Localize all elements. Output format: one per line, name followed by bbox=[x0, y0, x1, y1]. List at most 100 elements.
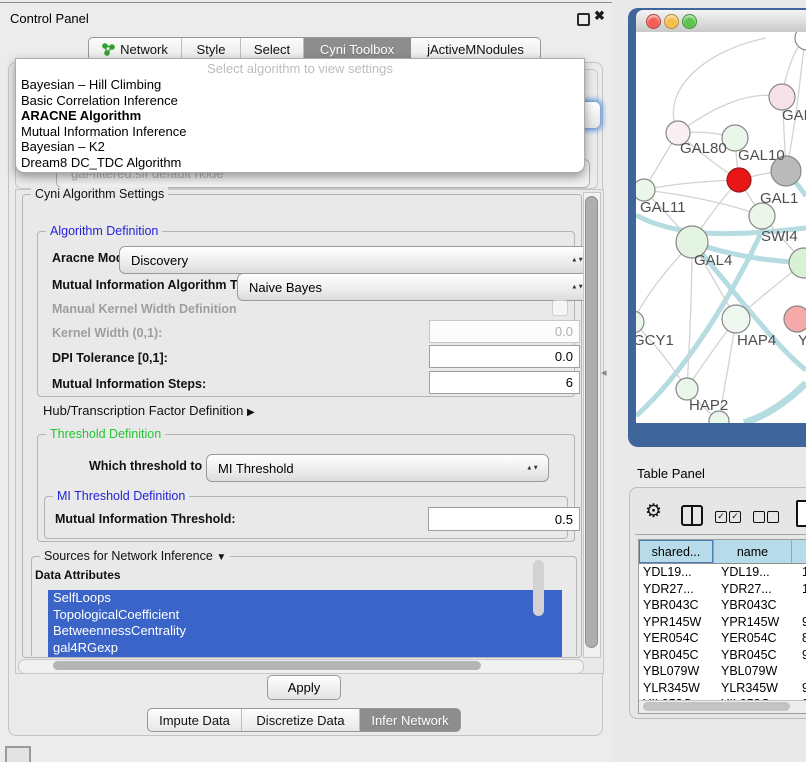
apply-button[interactable]: Apply bbox=[267, 675, 341, 700]
table-header-row: shared...nameA bbox=[639, 540, 806, 564]
control-panel: Control Panel ✖ NetworkStyleSelectCyni T… bbox=[0, 0, 612, 762]
dropdown-item-basic-correlation-inference[interactable]: Basic Correlation Inference bbox=[16, 93, 584, 109]
node-label-gal10: GAL10 bbox=[738, 147, 785, 164]
tab-style[interactable]: Style bbox=[182, 38, 241, 60]
settings-vertical-scrollbar[interactable] bbox=[583, 192, 601, 658]
node-label-gal: GAL bbox=[782, 107, 806, 124]
attribute-item-selfloops[interactable]: SelfLoops bbox=[48, 590, 562, 607]
table-row[interactable]: YBR043CYBR043C bbox=[639, 597, 806, 614]
table-row[interactable]: YLR345WYLR345W9. bbox=[639, 680, 806, 697]
column-header-shared[interactable]: shared... bbox=[639, 540, 714, 563]
tab-label: Discretize Data bbox=[256, 713, 344, 728]
tab-cyni-toolbox[interactable]: Cyni Toolbox bbox=[304, 38, 411, 60]
float-window-icon[interactable] bbox=[577, 13, 590, 26]
docked-window-icon[interactable] bbox=[5, 746, 31, 762]
table-row[interactable]: YBR045CYBR045C9. bbox=[639, 647, 806, 664]
panel-top-border bbox=[0, 2, 612, 3]
gear-icon[interactable]: ⚙ bbox=[645, 500, 662, 523]
column-header-name[interactable]: name bbox=[714, 540, 792, 563]
select-all-checkbox-icon[interactable]: ✓ bbox=[729, 511, 741, 523]
minimize-traffic-light[interactable] bbox=[664, 14, 679, 29]
close-traffic-light[interactable] bbox=[646, 14, 661, 29]
control-panel-title: Control Panel bbox=[10, 11, 89, 26]
column-header-a[interactable]: A bbox=[792, 540, 806, 563]
table-cell: 9. bbox=[798, 647, 806, 664]
network-icon bbox=[102, 43, 115, 56]
algorithm-definition-title: Algorithm Definition bbox=[46, 224, 162, 238]
table-row[interactable]: YPR145WYPR145W9. bbox=[639, 614, 806, 631]
table-cell: YDL19... bbox=[717, 564, 798, 581]
table-row[interactable]: YER054CYER054C8. bbox=[639, 630, 806, 647]
tab-impute-data[interactable]: Impute Data bbox=[148, 709, 242, 731]
tab-label: Impute Data bbox=[159, 713, 230, 728]
deselect-all-checkbox-icon[interactable] bbox=[753, 511, 765, 523]
attribute-item-topologicalcoefficient[interactable]: TopologicalCoefficient bbox=[48, 607, 562, 624]
export-table-icon[interactable] bbox=[796, 500, 806, 527]
zoom-traffic-light[interactable] bbox=[682, 14, 697, 29]
deselect-all-checkbox-icon[interactable] bbox=[767, 511, 779, 523]
table-cell: YPR145W bbox=[639, 614, 717, 631]
table-scroll-thumb[interactable] bbox=[643, 702, 790, 711]
mi-threshold-field[interactable]: 0.5 bbox=[428, 507, 580, 531]
collapse-down-icon[interactable]: ▼ bbox=[216, 552, 226, 563]
tab-discretize-data[interactable]: Discretize Data bbox=[242, 709, 360, 731]
expand-right-icon[interactable]: ▶ bbox=[247, 407, 255, 418]
data-attributes-list[interactable]: SelfLoopsTopologicalCoefficientBetweenne… bbox=[48, 590, 562, 657]
table-row[interactable]: YDL19...YDL19...13 bbox=[639, 564, 806, 581]
vertical-scroll-thumb[interactable] bbox=[585, 196, 598, 648]
node-gcy1[interactable] bbox=[636, 311, 644, 333]
table-cell: 12 bbox=[798, 581, 806, 598]
columns-icon[interactable] bbox=[681, 505, 703, 526]
algorithm-dropdown-items: Bayesian – Hill ClimbingBasic Correlatio… bbox=[16, 77, 584, 170]
tab-infer-network[interactable]: Infer Network bbox=[360, 709, 460, 731]
attribute-item-betweennesscentrality[interactable]: BetweennessCentrality bbox=[48, 623, 562, 640]
dropdown-item-dream8-dc-tdc-algorithm[interactable]: Dream8 DC_TDC Algorithm bbox=[16, 155, 584, 171]
hub-definition-label[interactable]: Hub/Transcription Factor Definition ▶ bbox=[43, 403, 255, 418]
tab-label: jActiveMNodules bbox=[427, 42, 524, 57]
mi-type-combo[interactable]: Naive Bayes ▲▼ bbox=[237, 273, 594, 301]
node-gal11[interactable] bbox=[636, 179, 655, 201]
table-row[interactable]: YDR27...YDR27...12 bbox=[639, 581, 806, 598]
table-cell: YER054C bbox=[717, 630, 798, 647]
mi-threshold-label: Mutual Information Threshold: bbox=[55, 512, 236, 526]
node-top-partial[interactable] bbox=[795, 32, 806, 50]
dropdown-item-bayesian-hill-climbing[interactable]: Bayesian – Hill Climbing bbox=[16, 77, 584, 93]
dropdown-item-aracne-algorithm[interactable]: ARACNE Algorithm bbox=[16, 108, 584, 124]
panel-splitter-arrow[interactable]: ◂ bbox=[601, 366, 607, 379]
node-label-gal80: GAL80 bbox=[680, 140, 727, 157]
dropdown-item-mutual-information-inference[interactable]: Mutual Information Inference bbox=[16, 124, 584, 140]
table-horizontal-scrollbar[interactable] bbox=[639, 700, 806, 713]
attribute-item-gal4rgexp[interactable]: gal4RGexp bbox=[48, 640, 562, 657]
node-gal1-red[interactable] bbox=[727, 168, 751, 192]
dpi-tolerance-field[interactable]: 0.0 bbox=[429, 345, 580, 368]
close-icon[interactable]: ✖ bbox=[594, 8, 605, 24]
tab-select[interactable]: Select bbox=[241, 38, 304, 60]
attribute-list-scrollbar[interactable] bbox=[533, 560, 544, 616]
which-threshold-combo[interactable]: MI Threshold ▲▼ bbox=[206, 454, 549, 482]
select-all-checkbox-icon[interactable]: ✓ bbox=[715, 511, 727, 523]
settings-horizontal-scrollbar[interactable] bbox=[18, 659, 584, 674]
aracne-mode-combo[interactable]: Discovery ▲▼ bbox=[119, 246, 594, 274]
mi-type-label: Mutual Information Algorithm Type: bbox=[52, 278, 262, 292]
node-label-hap2: HAP2 bbox=[689, 397, 728, 414]
node-label-gal11: GAL11 bbox=[640, 199, 686, 216]
node-hap4[interactable] bbox=[722, 305, 750, 333]
right-panel: GALGAL80GAL10GAL1GAL11SWI4GAL4GCY1HAP4YH… bbox=[612, 0, 806, 762]
settings-scroll-area: Cyni Algorithm Settings Algorithm Defini… bbox=[15, 189, 604, 674]
network-canvas[interactable]: GALGAL80GAL10GAL1GAL11SWI4GAL4GCY1HAP4YH… bbox=[636, 32, 806, 423]
toolbar-divider bbox=[635, 534, 806, 535]
manual-kernel-checkbox[interactable] bbox=[552, 300, 568, 316]
sources-group: Sources for Network Inference ▼ Data Att… bbox=[31, 556, 577, 656]
tab-network[interactable]: Network bbox=[89, 38, 182, 60]
node-salmon[interactable] bbox=[784, 306, 806, 332]
mi-steps-field[interactable]: 6 bbox=[429, 371, 580, 394]
table-row[interactable]: YBL079WYBL079W bbox=[639, 663, 806, 680]
horizontal-scroll-thumb[interactable] bbox=[53, 661, 481, 670]
tab-jactivemnodules[interactable]: jActiveMNodules bbox=[411, 38, 540, 60]
cyni-toolbox-panel: ▲▼ gal-filtered.sif default node Cyni Al… bbox=[8, 62, 603, 736]
kernel-width-field[interactable]: 0.0 bbox=[429, 320, 580, 343]
dropdown-item-bayesian-k2[interactable]: Bayesian – K2 bbox=[16, 139, 584, 155]
table-body: YDL19...YDL19...13YDR27...YDR27...12YBR0… bbox=[639, 564, 806, 700]
network-window-titlebar[interactable] bbox=[636, 10, 806, 33]
manual-kernel-label: Manual Kernel Width Definition bbox=[52, 302, 237, 316]
